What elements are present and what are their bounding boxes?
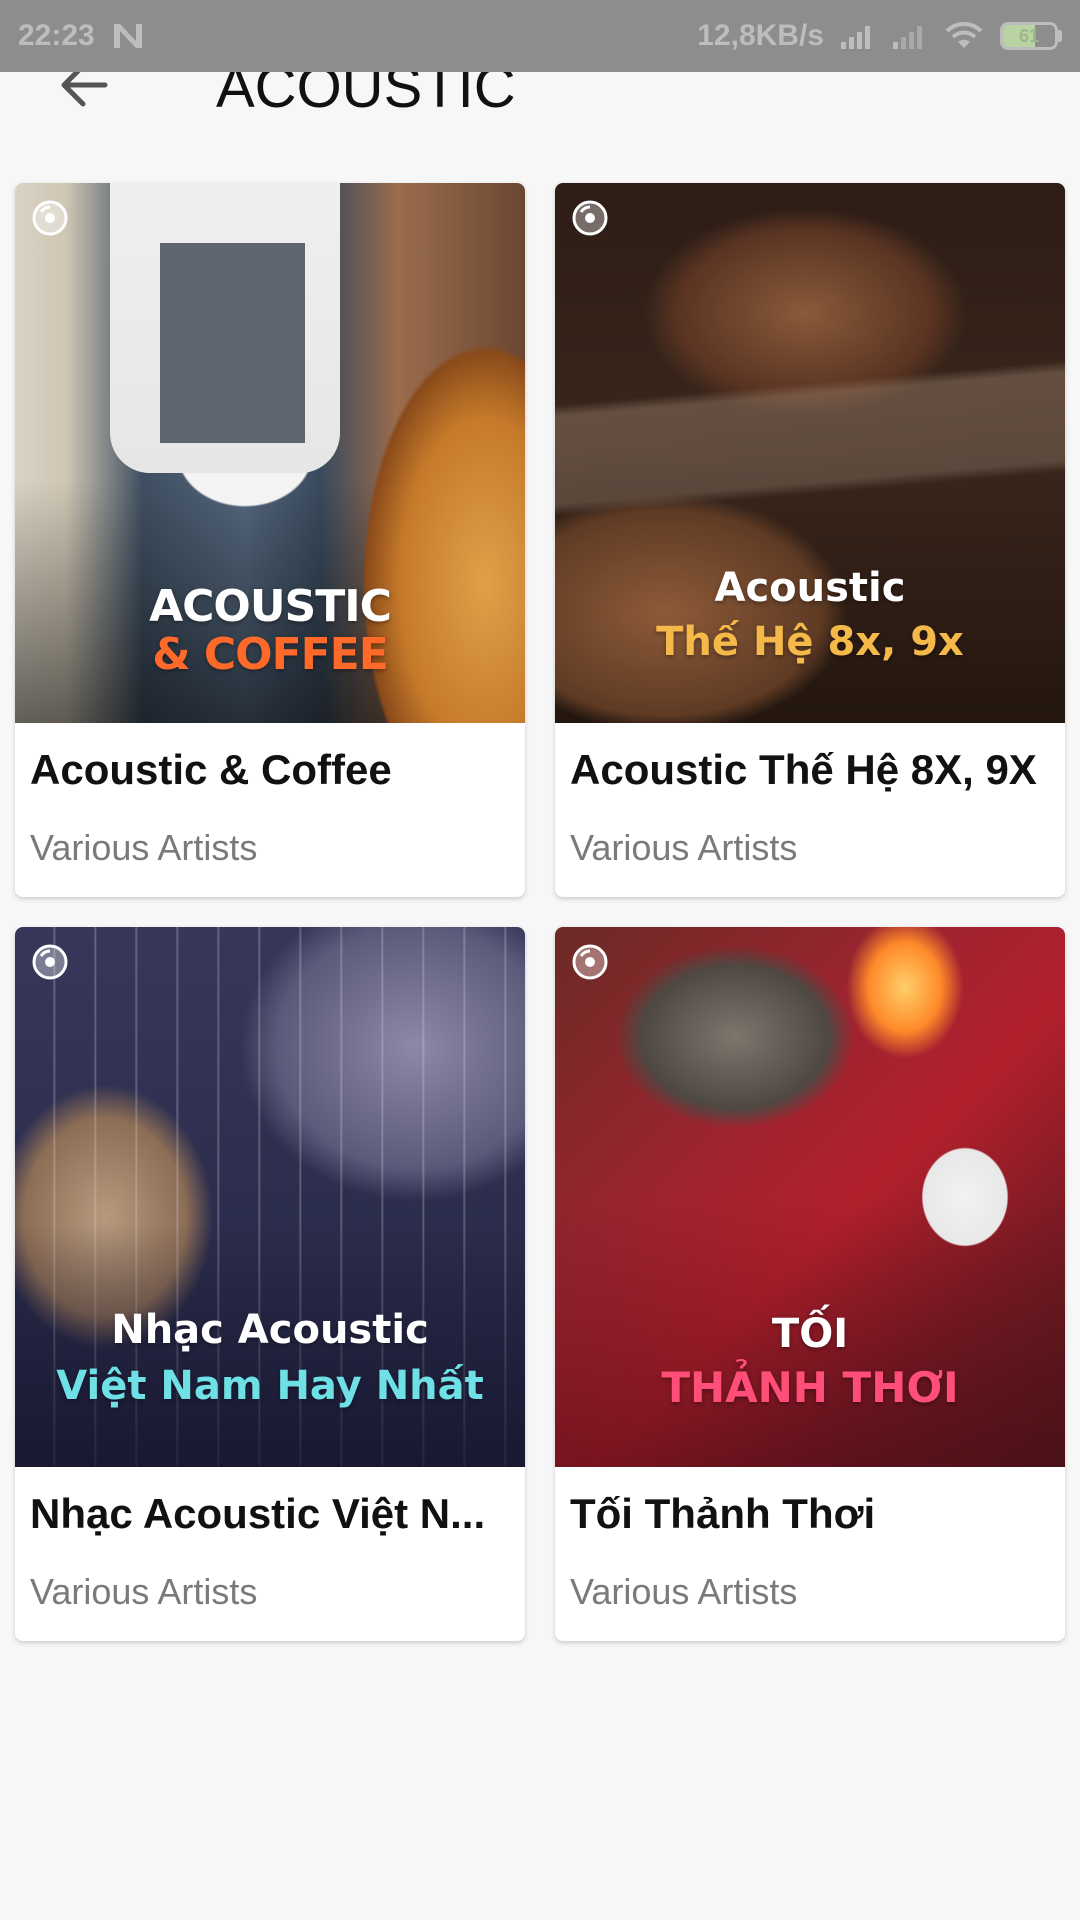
app-bar: ACOUSTIC bbox=[0, 55, 1080, 172]
album-info: Acoustic Thế Hệ 8X, 9X Various Artists bbox=[555, 743, 1065, 869]
n-notification-icon bbox=[111, 21, 145, 51]
battery-nub bbox=[1058, 30, 1062, 42]
album-card[interactable]: Nhạc Acoustic Việt Nam Hay Nhất Nhạc Aco… bbox=[15, 927, 525, 1641]
album-cover[interactable]: ACOUSTIC & COFFEE bbox=[15, 183, 525, 723]
status-time: 22:23 bbox=[18, 19, 95, 52]
album-cover[interactable]: Acoustic Thế Hệ 8x, 9x bbox=[555, 183, 1065, 723]
album-info: Tối Thảnh Thơi Various Artists bbox=[555, 1487, 1065, 1613]
cover-title-line2: Thế Hệ 8x, 9x bbox=[656, 619, 964, 665]
album-card[interactable]: ACOUSTIC & COFFEE Acoustic & Coffee Vari… bbox=[15, 183, 525, 897]
album-info: Acoustic & Coffee Various Artists bbox=[15, 743, 525, 869]
disc-icon bbox=[32, 944, 68, 980]
status-bar-right: 12,8KB/s 61 bbox=[697, 19, 1062, 53]
cover-title-line1: Acoustic bbox=[714, 565, 906, 611]
album-artist: Various Artists bbox=[570, 827, 798, 868]
album-cover[interactable]: Nhạc Acoustic Việt Nam Hay Nhất bbox=[15, 927, 525, 1467]
cover-title-line1: ACOUSTIC bbox=[149, 581, 392, 632]
battery-icon: 61 bbox=[1000, 22, 1062, 50]
disc-icon bbox=[572, 200, 608, 236]
wifi-icon bbox=[944, 21, 984, 51]
disc-icon bbox=[32, 200, 68, 236]
signal-icon bbox=[840, 22, 876, 50]
album-cover[interactable]: TỐI THẢNH THƠI bbox=[555, 927, 1065, 1467]
album-artist: Various Artists bbox=[30, 1571, 258, 1612]
cover-title-line1: TỐI bbox=[771, 1311, 849, 1357]
cover-title-line2: THẢNH THƠI bbox=[661, 1363, 959, 1412]
battery-level: 61 bbox=[1018, 26, 1040, 46]
cover-title-line2: & COFFEE bbox=[152, 629, 389, 680]
album-title: Nhạc Acoustic Việt N... bbox=[30, 1490, 486, 1537]
back-button[interactable] bbox=[52, 63, 116, 107]
album-artist: Various Artists bbox=[570, 1571, 798, 1612]
signal-icon-2 bbox=[892, 22, 928, 50]
status-bar: 22:23 12,8KB/s 61 bbox=[0, 0, 1080, 72]
disc-icon bbox=[572, 944, 608, 980]
album-artist: Various Artists bbox=[30, 827, 258, 868]
album-info: Nhạc Acoustic Việt N... Various Artists bbox=[15, 1487, 525, 1613]
cover-title-line1: Nhạc Acoustic bbox=[111, 1307, 429, 1353]
album-title: Acoustic Thế Hệ 8X, 9X bbox=[570, 746, 1037, 793]
status-bar-left: 22:23 bbox=[18, 19, 145, 53]
album-card[interactable]: Acoustic Thế Hệ 8x, 9x Acoustic Thế Hệ 8… bbox=[555, 183, 1065, 897]
album-card[interactable]: TỐI THẢNH THƠI Tối Thảnh Thơi Various Ar… bbox=[555, 927, 1065, 1641]
album-title: Acoustic & Coffee bbox=[30, 746, 392, 793]
album-grid: ACOUSTIC & COFFEE Acoustic & Coffee Vari… bbox=[15, 183, 1065, 1641]
album-title: Tối Thảnh Thơi bbox=[570, 1490, 876, 1537]
network-speed: 12,8KB/s bbox=[697, 19, 824, 52]
battery-body: 61 bbox=[1000, 22, 1058, 50]
cover-title-line2: Việt Nam Hay Nhất bbox=[56, 1363, 484, 1409]
